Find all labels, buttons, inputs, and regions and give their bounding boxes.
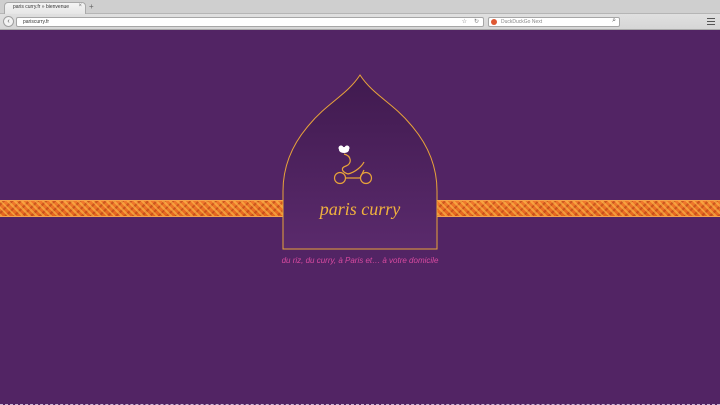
back-button[interactable]: ‹	[3, 16, 14, 27]
arch-logo[interactable]: paris curry	[281, 73, 439, 251]
browser-chrome: paris curry.fr » bienvenue × + ‹ pariscu…	[0, 0, 720, 30]
navigation-toolbar: ‹ pariscurry.fr ☆ ↻ DuckDuckGo Next ⌕	[0, 14, 720, 30]
menu-icon[interactable]	[707, 18, 715, 27]
search-placeholder: DuckDuckGo Next	[501, 19, 543, 25]
reload-icon[interactable]: ↻	[474, 18, 479, 25]
new-tab-button[interactable]: +	[89, 2, 94, 12]
tab-close-icon[interactable]: ×	[78, 3, 82, 9]
search-icon[interactable]: ⌕	[612, 17, 616, 25]
url-text: pariscurry.fr	[23, 19, 50, 25]
search-bar[interactable]: DuckDuckGo Next ⌕	[488, 17, 620, 27]
brand-logo-text: paris curry	[318, 199, 401, 219]
bookmark-star-icon[interactable]: ☆	[462, 18, 467, 25]
tab-title: paris curry.fr » bienvenue	[13, 4, 70, 10]
tab-pariscurry[interactable]: paris curry.fr » bienvenue ×	[4, 2, 86, 14]
address-bar[interactable]: pariscurry.fr ☆ ↻	[16, 17, 484, 27]
page-content: paris curry du riz, du curry, à Paris et…	[0, 30, 720, 405]
tagline: du riz, du curry, à Paris et… à votre do…	[281, 256, 439, 265]
duckduckgo-icon	[491, 19, 497, 25]
tab-strip: paris curry.fr » bienvenue × +	[0, 0, 720, 14]
arch-shape	[282, 74, 438, 250]
